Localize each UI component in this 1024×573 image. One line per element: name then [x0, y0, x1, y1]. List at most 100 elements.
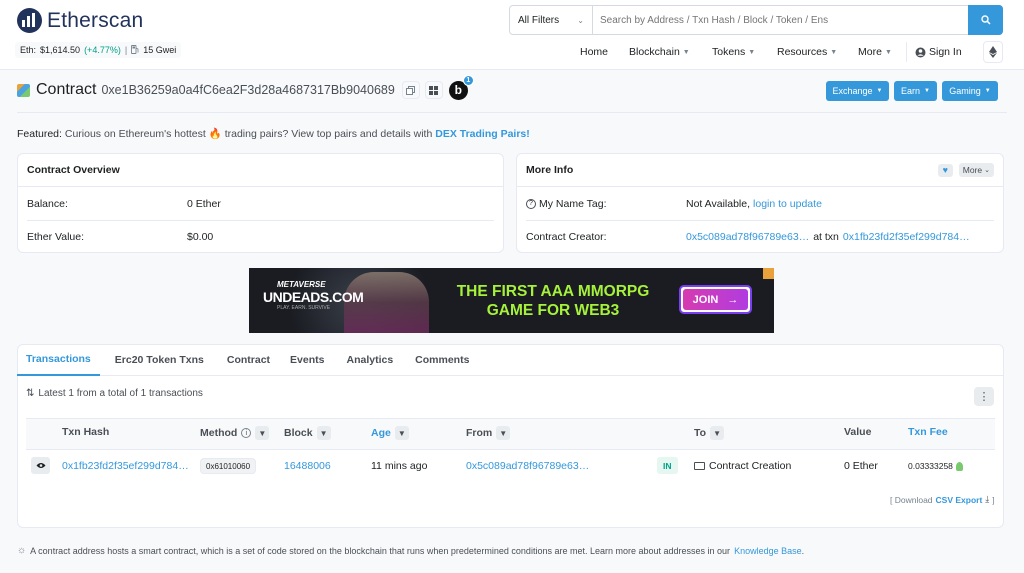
earn-button[interactable]: Earn ▼ [894, 81, 937, 101]
contract-address: 0xe1B36259a0a4fC6ea2F3d28a4687317Bb90406… [101, 83, 395, 97]
dex-trading-pairs-link[interactable]: DEX Trading Pairs! [435, 128, 530, 140]
contract-creator-row: Contract Creator: 0x5c089ad78f96789e63… … [526, 220, 994, 253]
ethereum-icon [989, 46, 997, 58]
method-badge: 0x61010060 [200, 458, 257, 474]
gaming-label: Gaming [949, 86, 981, 96]
blockscan-letter: b [454, 83, 462, 97]
creator-txn-link[interactable]: 0x1fb23fd2f35ef299d784… [843, 231, 970, 243]
from-address-link[interactable]: 0x5c089ad78f96789e63… [466, 459, 589, 473]
lightbulb-icon: ☼ [17, 545, 27, 556]
more-options-button[interactable]: More ⌄ [958, 163, 994, 177]
fire-icon: 🔥 [208, 128, 222, 140]
chevron-down-icon: ▼ [830, 48, 838, 56]
sort-icon: ⇅ [26, 388, 35, 399]
nav-resources[interactable]: Resources ▼ [777, 42, 837, 62]
col-age[interactable]: Age ▼ [371, 426, 409, 440]
filter-icon: ▼ [713, 428, 722, 438]
title-divider [17, 112, 1007, 113]
col-value-label: Value [844, 426, 872, 438]
copy-address-button[interactable] [401, 81, 420, 99]
nav-blockchain[interactable]: Blockchain ▼ [629, 42, 690, 62]
txn-hash-link[interactable]: 0x1fb23fd2f35ef299d784… [62, 459, 189, 473]
col-age-label: Age [371, 427, 391, 439]
preview-button[interactable] [31, 457, 50, 474]
col-txn-hash: Txn Hash [62, 426, 109, 438]
filter-icon: ▼ [319, 428, 328, 438]
block-link[interactable]: 16488006 [284, 459, 331, 473]
ad-brand-main: UNDEADS.COM [263, 289, 364, 305]
nav-blockchain-label: Blockchain [629, 46, 680, 58]
gas-price[interactable]: 15 Gwei [143, 45, 176, 55]
page-title: Contract 0xe1B36259a0a4fC6ea2F3d28a46873… [17, 74, 474, 100]
filter-icon: ▼ [258, 428, 267, 438]
tab-events[interactable]: Events [281, 344, 333, 376]
col-from: From ▼ [466, 426, 511, 440]
value-cell: 0 Ether [844, 460, 878, 472]
col-txn-fee[interactable]: Txn Fee [908, 426, 948, 438]
chevron-down-icon: ▼ [884, 48, 892, 56]
nav-tokens[interactable]: Tokens ▼ [712, 42, 755, 62]
more-info-title: More Info [526, 164, 574, 176]
logo-text: Etherscan [47, 8, 144, 32]
chevron-down-icon: ▼ [682, 48, 690, 56]
ad-choices-icon[interactable] [763, 268, 774, 279]
filter-method-button[interactable]: ▼ [255, 426, 270, 440]
search-button[interactable] [968, 5, 1003, 35]
more-info-header: More Info ♥ More ⌄ [517, 154, 1003, 187]
col-method-label: Method [200, 427, 238, 439]
more-options-label: More [962, 165, 983, 175]
creator-address-link[interactable]: 0x5c089ad78f96789e63… [686, 231, 809, 243]
featured-prefix: Featured: [17, 128, 62, 140]
contract-overview-card: Contract Overview Balance: 0 Ether Ether… [17, 153, 504, 253]
filter-to-button[interactable]: ▼ [710, 426, 725, 440]
qr-code-button[interactable] [424, 81, 443, 99]
tab-contract[interactable]: Contract [218, 344, 279, 376]
site-logo[interactable]: Etherscan [17, 8, 143, 33]
filter-age-button[interactable]: ▼ [394, 426, 409, 440]
filter-block-button[interactable]: ▼ [316, 426, 331, 440]
network-switch-button[interactable] [983, 41, 1003, 63]
earn-label: Earn [901, 86, 921, 96]
ad-join-button[interactable]: JOIN → [679, 285, 752, 314]
direction-badge: IN [657, 457, 678, 474]
nav-home[interactable]: Home [580, 42, 608, 62]
search-filter-select[interactable]: All Filters ⌄ [510, 6, 593, 34]
gaming-button[interactable]: Gaming ▼ [942, 81, 998, 101]
gas-pump-icon [131, 44, 139, 56]
name-tag-label: My Name Tag: [539, 197, 607, 210]
to-value: Contract Creation [709, 460, 792, 472]
search-input[interactable] [593, 6, 968, 34]
table-options-button[interactable]: ⋮ [974, 387, 994, 406]
csv-export-link[interactable]: CSV Export [936, 495, 983, 505]
top-navbar: Etherscan Eth: $1,614.50 (+4.77%) | 15 G… [0, 0, 1024, 70]
fee-value: 0.03333258 [908, 461, 953, 471]
favorite-button[interactable]: ♥ [937, 163, 953, 177]
tab-erc20-token-txns[interactable]: Erc20 Token Txns [106, 344, 213, 376]
sign-in-link[interactable]: Sign In [906, 42, 962, 62]
tab-analytics[interactable]: Analytics [337, 344, 402, 376]
tab-bar: Transactions Erc20 Token Txns Contract E… [17, 344, 1004, 376]
nav-more[interactable]: More ▼ [858, 42, 892, 62]
login-to-update-link[interactable]: login to update [753, 198, 822, 210]
filter-from-button[interactable]: ▼ [496, 426, 511, 440]
blockscan-chat-button[interactable]: b 1 [448, 74, 474, 100]
ad-brand-top: METAVERSE [277, 280, 326, 289]
ad-brand-logo: METAVERSE UNDEADS.COM PLAY. EARN. SURVIV… [263, 280, 364, 311]
ad-headline: THE FIRST AAA MMORPG GAME FOR WEB3 [437, 282, 669, 320]
tab-transactions[interactable]: Transactions [17, 344, 100, 376]
exchange-button[interactable]: Exchange ▼ [826, 81, 889, 101]
col-from-label: From [466, 427, 493, 439]
tab-comments[interactable]: Comments [406, 344, 478, 376]
download-icon: ⤓ [985, 494, 990, 504]
col-txn-fee-label: Txn Fee [908, 426, 948, 438]
eth-price[interactable]: $1,614.50 [40, 45, 80, 55]
knowledge-base-link[interactable]: Knowledge Base [734, 546, 802, 556]
arrow-right-icon: → [727, 293, 739, 306]
balance-label: Balance: [27, 197, 68, 210]
chevron-down-icon: ▼ [748, 48, 756, 56]
nav-resources-label: Resources [777, 46, 828, 58]
nav-home-label: Home [580, 46, 609, 58]
ad-banner[interactable]: METAVERSE UNDEADS.COM PLAY. EARN. SURVIV… [249, 268, 774, 333]
note-end: . [801, 545, 805, 556]
address-info-note: ☼ A contract address hosts a smart contr… [17, 545, 804, 556]
